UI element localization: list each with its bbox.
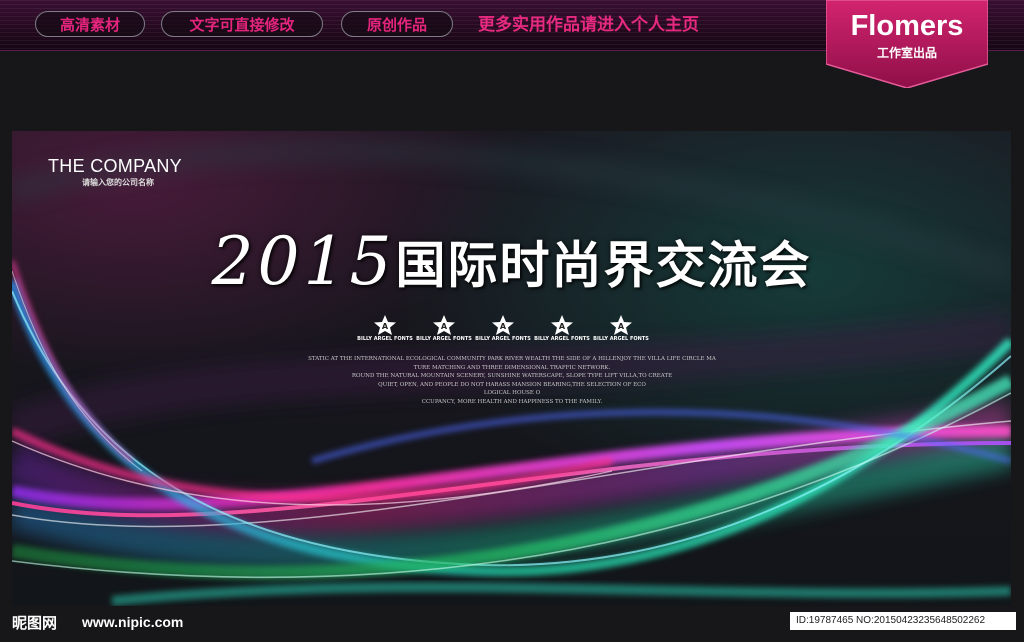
star-letter: A	[382, 322, 389, 331]
event-year: 2015	[211, 223, 396, 300]
star-icon: A	[492, 315, 514, 335]
tag-original-work: 原创作品	[341, 11, 453, 37]
star-caption: BILLY ARGEL FONTS	[357, 336, 413, 342]
star-logo: A BILLY ARGEL FONTS	[529, 315, 595, 342]
nipic-site-link[interactable]: www.nipic.com	[82, 614, 183, 630]
description-line: CCUPANCY, MORE HEALTH AND HAPPINESS TO T…	[421, 398, 603, 405]
event-description: STATIC AT THE INTERNATIONAL ECOLOGICAL C…	[212, 355, 812, 407]
star-caption: BILLY ARGEL FONTS	[593, 336, 649, 342]
event-title: 国际时尚界交流会	[395, 236, 812, 295]
star-letter: A	[559, 322, 566, 331]
star-caption: BILLY ARGEL FONTS	[534, 336, 590, 342]
star-logos-row: A BILLY ARGEL FONTS A BILLY ARGEL FONTS …	[352, 315, 682, 347]
company-name-placeholder: 请输入您的公司名称	[82, 178, 154, 187]
tag-editable-text: 文字可直接修改	[161, 11, 323, 37]
studio-badge: Flomers 工作室出品	[826, 0, 988, 88]
star-logo: A BILLY ARGEL FONTS	[588, 315, 654, 342]
star-letter: A	[500, 322, 507, 331]
star-caption: BILLY ARGEL FONTS	[475, 336, 531, 342]
star-icon: A	[374, 315, 396, 335]
tag-hd-material: 高清素材	[35, 11, 145, 37]
description-line: TURE MATCHING AND THREE DIMENSIONAL TRAF…	[413, 364, 611, 371]
promo-text: 更多实用作品请进入个人主页	[478, 15, 699, 35]
poster-canvas: THE COMPANY 请输入您的公司名称 2015国际时尚界交流会 A BIL…	[12, 131, 1011, 606]
company-name: THE COMPANY	[48, 156, 182, 176]
description-line: LOGICAL HOUSE O	[483, 390, 541, 397]
star-logo: A BILLY ARGEL FONTS	[411, 315, 477, 342]
star-caption: BILLY ARGEL FONTS	[416, 336, 472, 342]
description-line: STATIC AT THE INTERNATIONAL ECOLOGICAL C…	[308, 356, 716, 362]
image-id-label: ID:19787465 NO:20150423235648502262	[790, 612, 1016, 630]
star-icon: A	[610, 315, 632, 335]
star-letter: A	[618, 322, 625, 331]
description-line: ROUND THE NATURAL MOUNTAIN SCENERY, SUNS…	[351, 373, 673, 380]
badge-subtitle: 工作室出品	[876, 46, 937, 60]
star-icon: A	[433, 315, 455, 335]
nipic-logo: 昵图网	[12, 614, 58, 632]
star-letter: A	[441, 322, 448, 331]
event-headline: 2015国际时尚界交流会	[12, 223, 1011, 300]
star-icon: A	[551, 315, 573, 335]
star-logo: A BILLY ARGEL FONTS	[470, 315, 536, 342]
star-logo: A BILLY ARGEL FONTS	[352, 315, 418, 342]
badge-brand: Flomers	[850, 10, 964, 42]
description-line: QUIET, OPEN, AND PEOPLE DO NOT HARASS MA…	[378, 381, 646, 388]
